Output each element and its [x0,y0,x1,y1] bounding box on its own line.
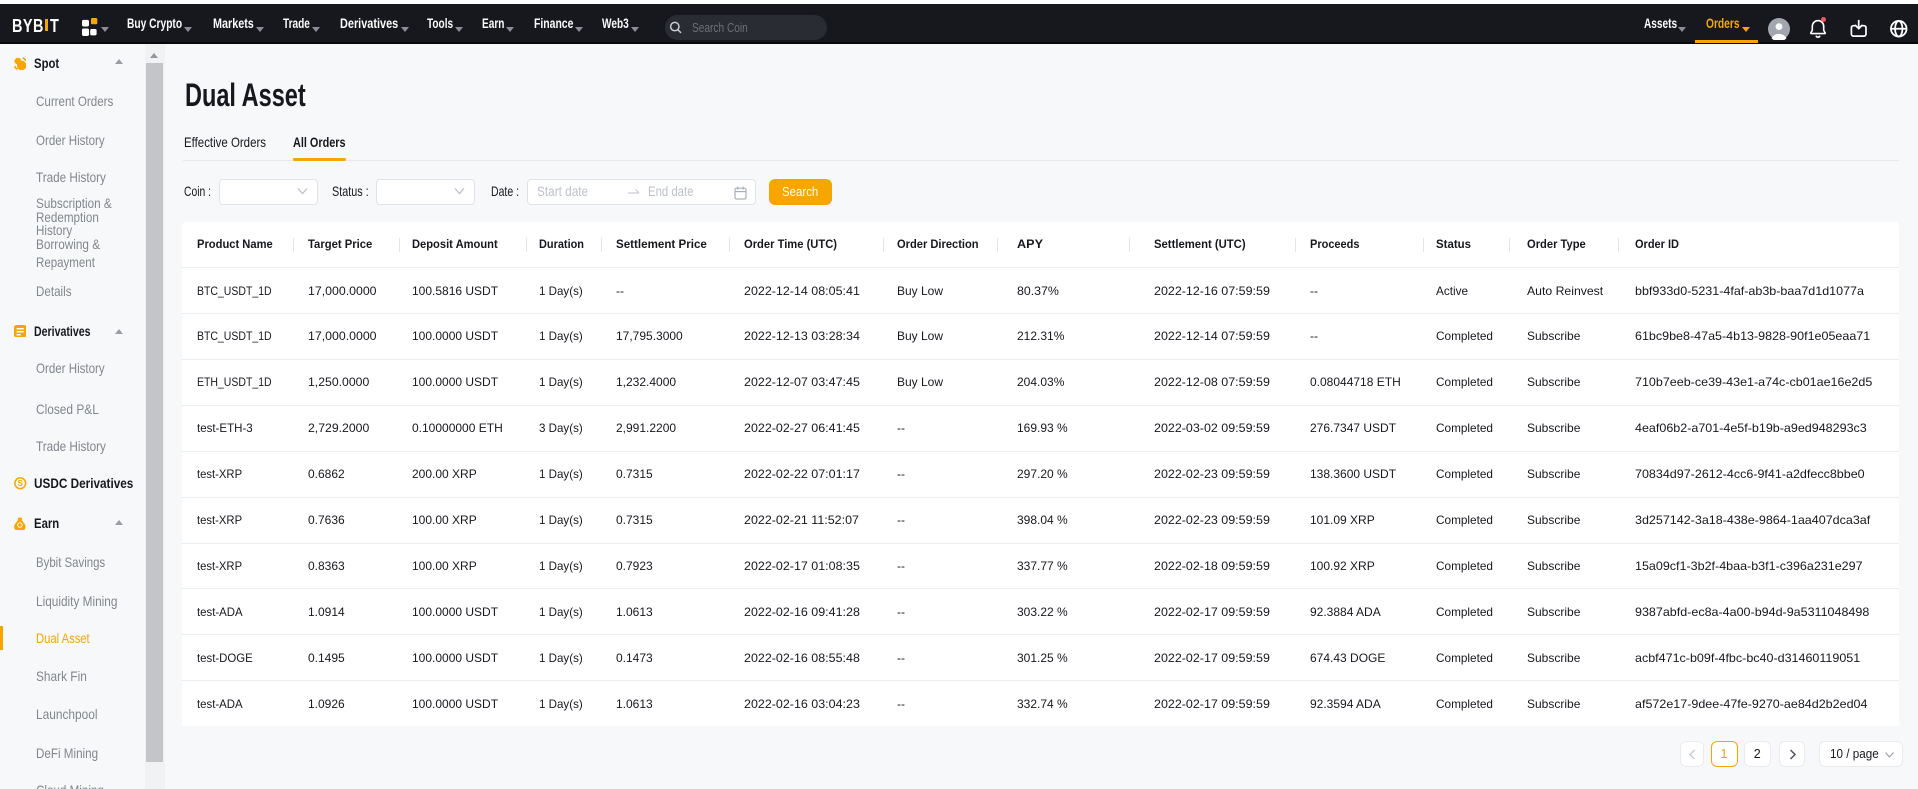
svg-text:S: S [18,479,24,488]
